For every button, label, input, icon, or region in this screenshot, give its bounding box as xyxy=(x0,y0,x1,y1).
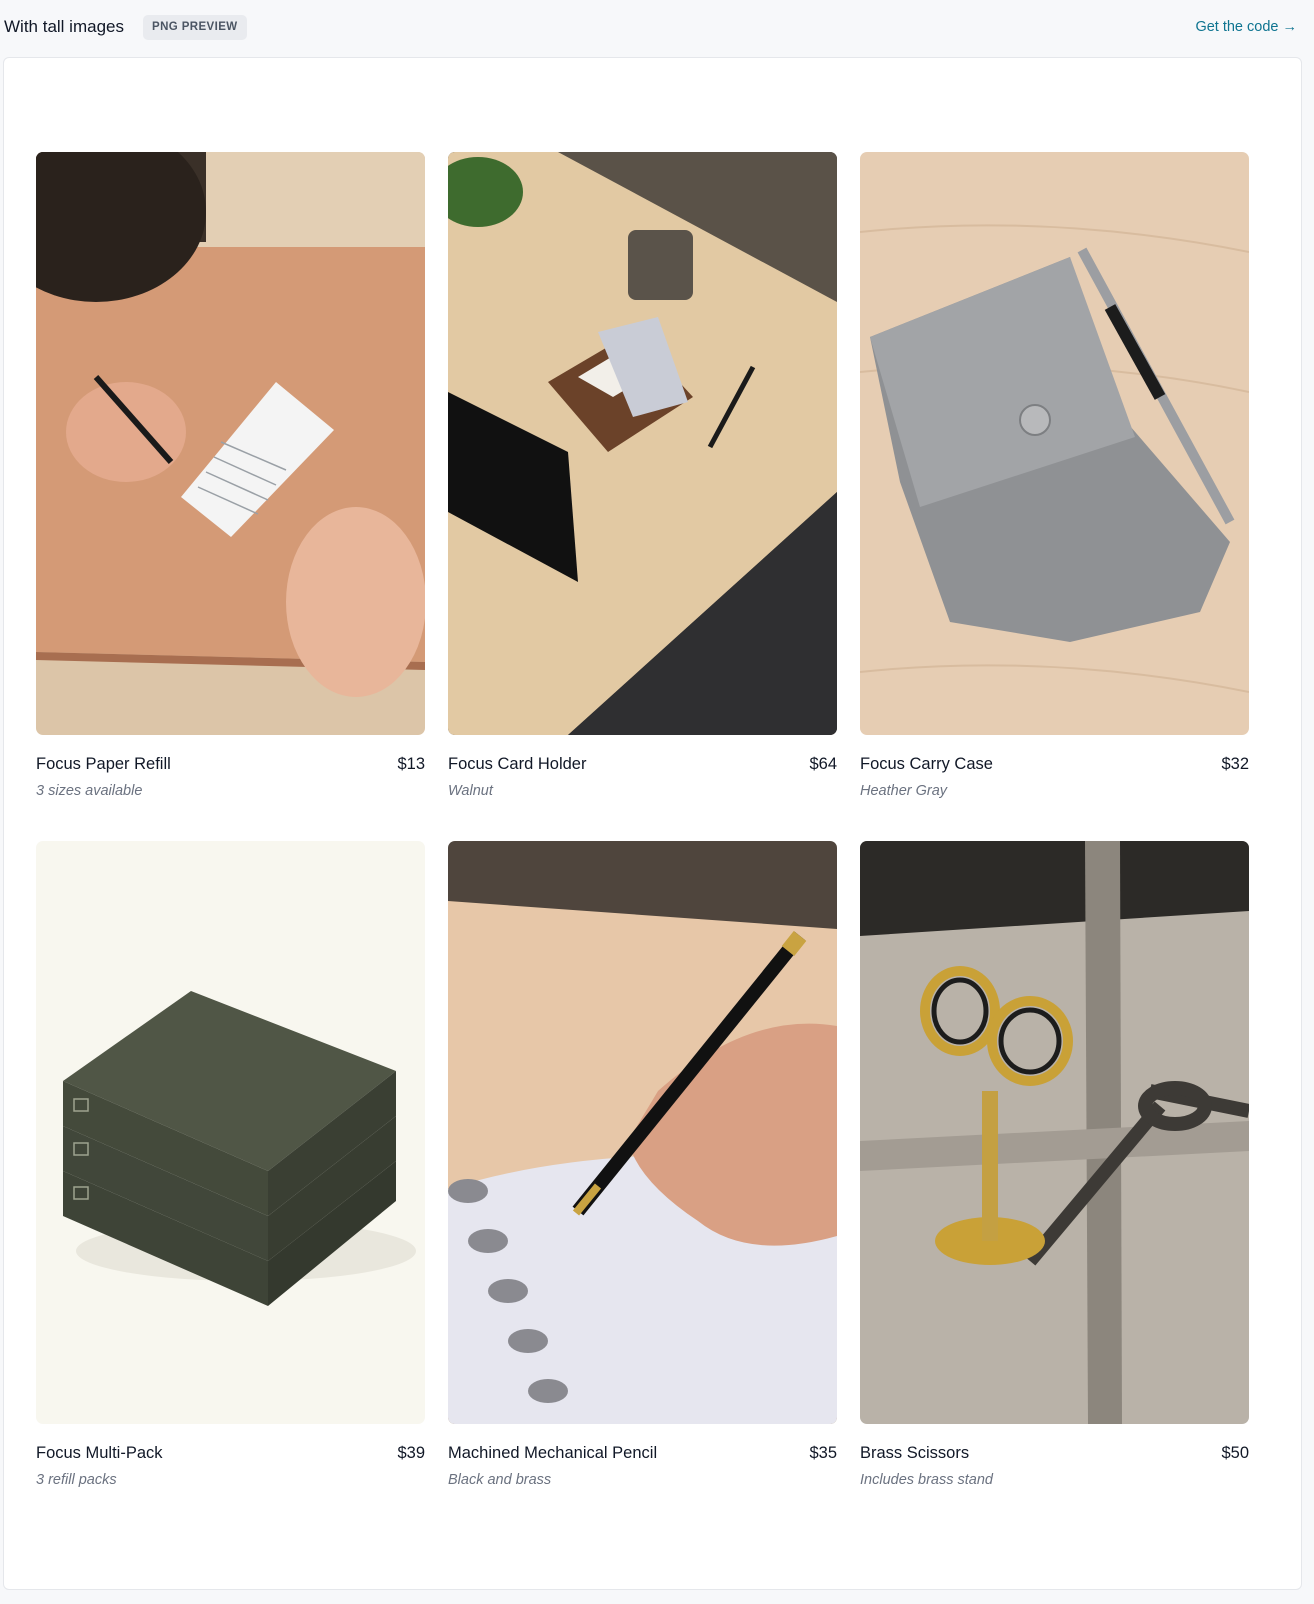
top-bar: With tall images PNG PREVIEW Get the cod… xyxy=(0,0,1314,56)
product-image[interactable] xyxy=(448,841,837,1424)
product-card[interactable]: Focus Paper Refill $13 3 sizes available xyxy=(36,152,425,799)
product-name[interactable]: Focus Card Holder xyxy=(448,755,586,774)
product-card[interactable]: Focus Card Holder $64 Walnut xyxy=(448,152,837,799)
product-price: $50 xyxy=(1221,1444,1249,1462)
product-card[interactable]: Machined Mechanical Pencil $35 Black and… xyxy=(448,841,837,1488)
preview-badge: PNG PREVIEW xyxy=(143,15,247,40)
product-price: $32 xyxy=(1221,755,1249,773)
desk-card-holder-photo xyxy=(448,152,837,735)
page-title: With tall images xyxy=(4,17,124,36)
felt-case-photo xyxy=(860,152,1249,735)
product-card[interactable]: Focus Multi-Pack $39 3 refill packs xyxy=(36,841,425,1488)
product-detail: Heather Gray xyxy=(860,783,948,799)
product-card[interactable]: Brass Scissors $50 Includes brass stand xyxy=(860,841,1249,1488)
product-card[interactable]: Focus Carry Case $32 Heather Gray xyxy=(860,152,1249,799)
product-price: $64 xyxy=(809,755,837,773)
preview-panel: Focus Paper Refill $13 3 sizes available xyxy=(3,57,1302,1590)
product-price: $39 xyxy=(397,1444,425,1462)
pencil-notebook-photo xyxy=(448,841,837,1424)
product-detail: Includes brass stand xyxy=(860,1472,993,1488)
stacked-boxes-photo xyxy=(36,841,425,1424)
product-detail: Walnut xyxy=(448,783,493,799)
product-detail: Black and brass xyxy=(448,1472,552,1488)
product-detail: 3 sizes available xyxy=(36,783,143,799)
product-image[interactable] xyxy=(860,841,1249,1424)
product-name[interactable]: Focus Carry Case xyxy=(860,755,993,774)
product-image[interactable] xyxy=(448,152,837,735)
product-price: $35 xyxy=(809,1444,837,1462)
hand-writing-on-card-photo xyxy=(36,152,425,735)
product-price: $13 xyxy=(397,755,425,773)
product-name[interactable]: Machined Mechanical Pencil xyxy=(448,1444,657,1463)
product-image[interactable] xyxy=(36,152,425,735)
product-image[interactable] xyxy=(860,152,1249,735)
product-image[interactable] xyxy=(36,841,425,1424)
product-name[interactable]: Focus Paper Refill xyxy=(36,755,171,774)
product-detail: 3 refill packs xyxy=(36,1472,117,1488)
product-name[interactable]: Brass Scissors xyxy=(860,1444,969,1463)
get-code-link[interactable]: Get the code → xyxy=(1195,19,1297,35)
brass-scissors-photo xyxy=(860,841,1249,1424)
product-name[interactable]: Focus Multi-Pack xyxy=(36,1444,163,1463)
